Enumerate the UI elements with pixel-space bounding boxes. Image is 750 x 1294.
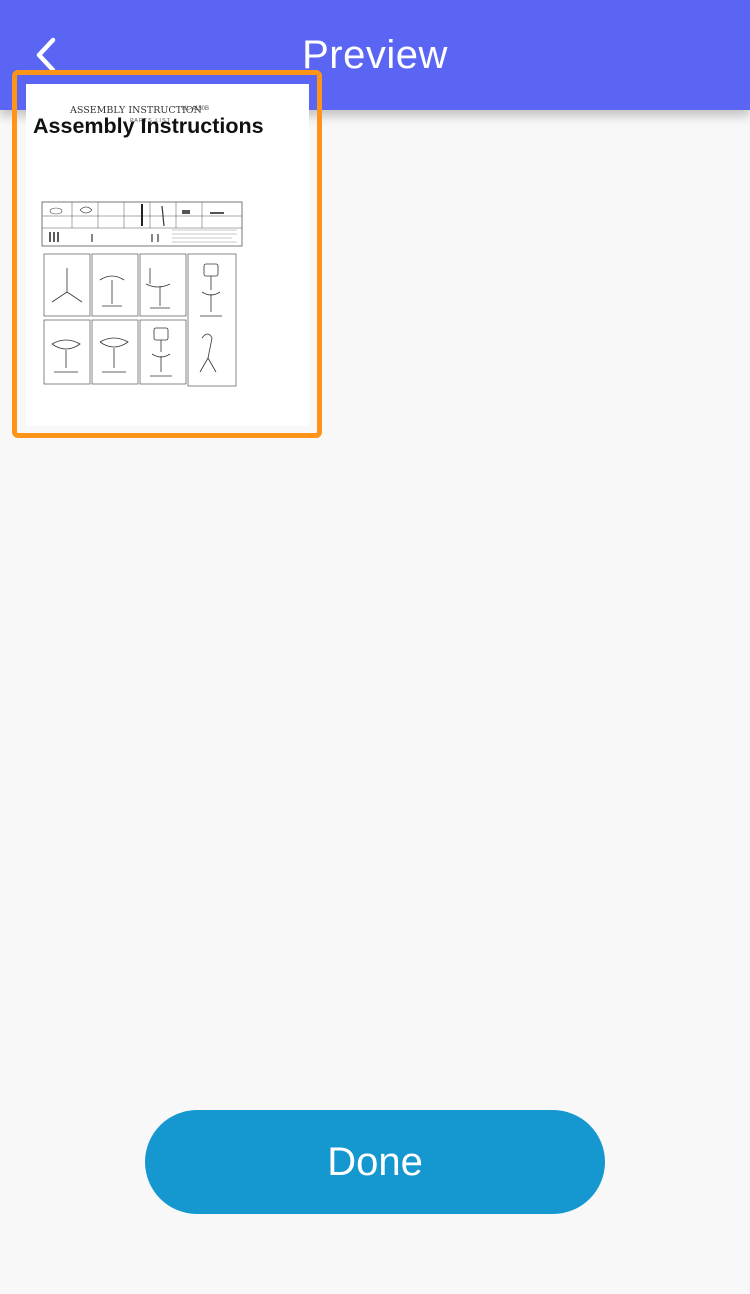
- thumbnail-subheading: PARTS LIST: [130, 118, 171, 124]
- document-card[interactable]: Assembly Instructions: [26, 84, 309, 426]
- page-title: Preview: [302, 33, 448, 77]
- thumbnail-code: HL-4150B: [182, 106, 210, 112]
- assembly-diagram-image: [41, 201, 243, 387]
- done-button[interactable]: Done: [145, 1110, 605, 1214]
- document-thumbnail[interactable]: [32, 172, 250, 388]
